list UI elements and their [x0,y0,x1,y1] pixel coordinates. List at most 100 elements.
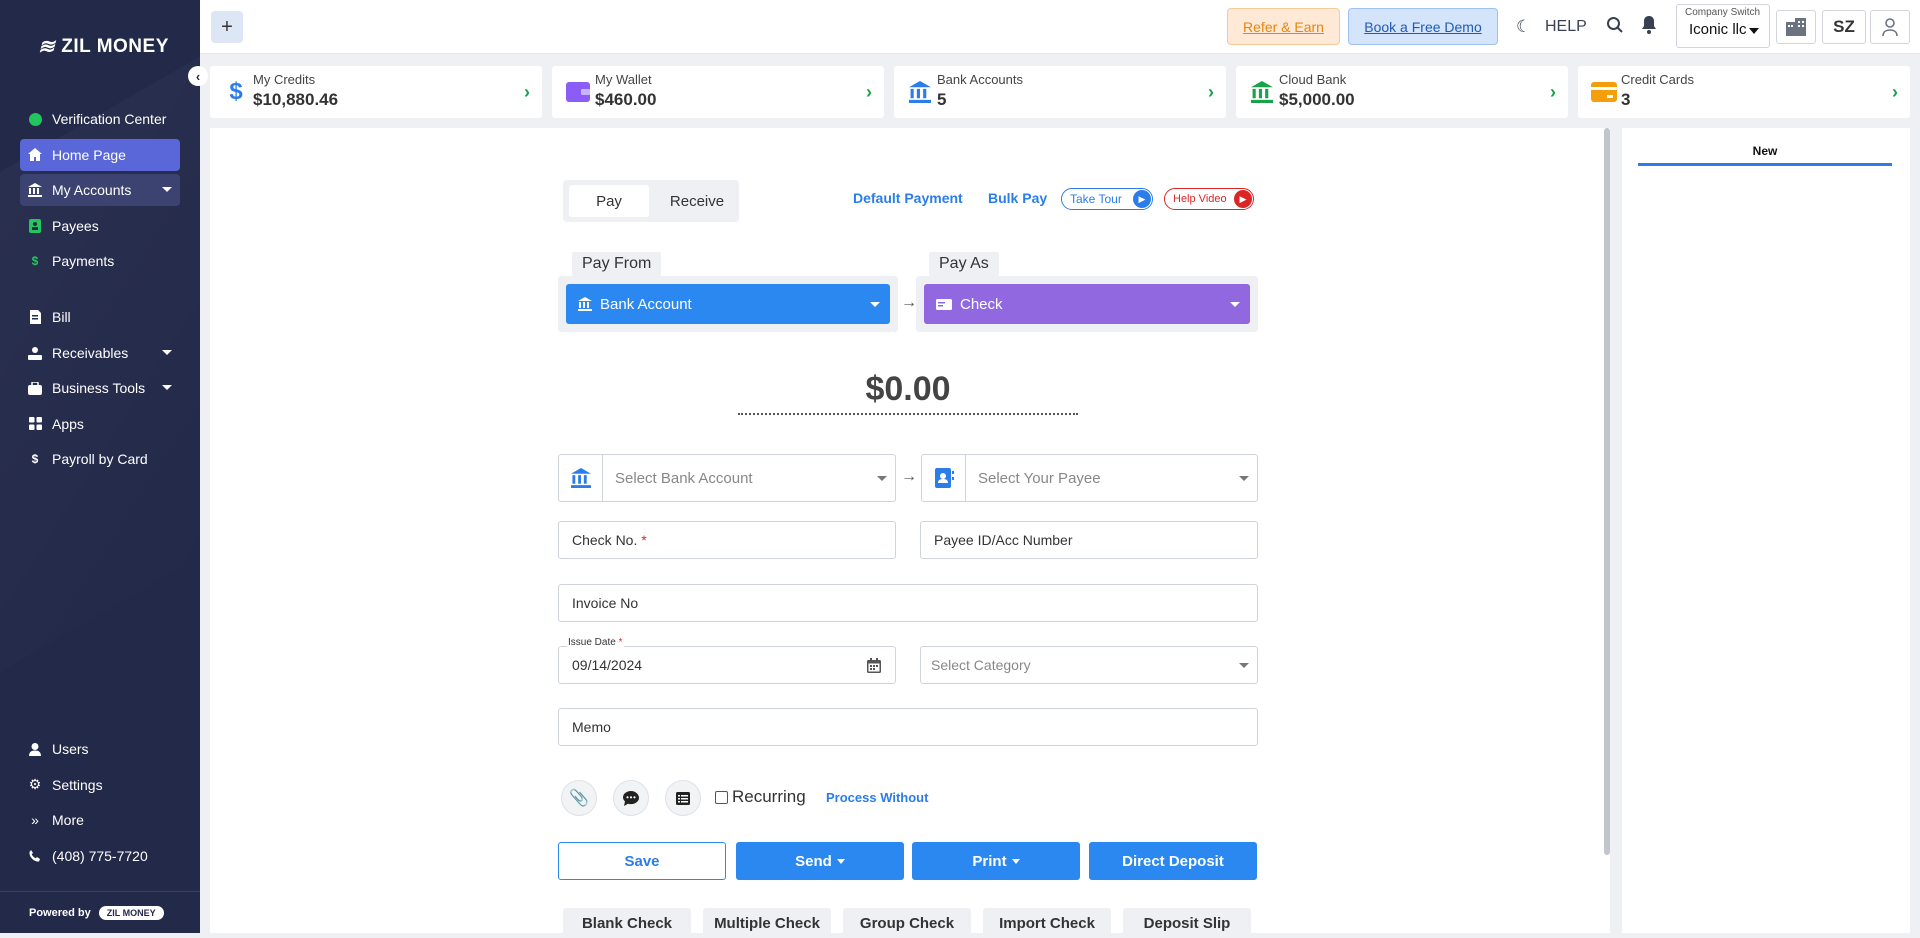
chevron-down-icon [162,349,172,355]
pay-from-select[interactable]: Bank Account [566,284,890,324]
default-payment-link[interactable]: Default Payment [853,190,963,206]
company-switch-label: Company Switch [1685,7,1761,18]
logo[interactable]: ≋ ZIL MONEY [38,34,169,59]
caret-down-icon [1749,28,1759,34]
sidebar-item-business-tools[interactable]: Business Tools [20,372,180,404]
summary-card-cloud-bank[interactable]: Cloud Bank $5,000.00 › [1236,66,1568,118]
wallet-icon [565,80,591,104]
sidebar-item-more[interactable]: » More [20,804,180,836]
send-button[interactable]: Send [736,842,904,880]
memo-field[interactable]: Memo [558,708,1258,746]
pay-as-box: Check [916,276,1258,332]
save-button[interactable]: Save [558,842,726,880]
arrow-right-icon: → [901,294,917,311]
tab-pay[interactable]: Pay [569,185,649,217]
main-panel [210,128,1610,933]
phone-icon [28,849,42,863]
pay-receive-toggle: Pay Receive [563,180,739,222]
sidebar-item-payroll-by-card[interactable]: $ Payroll by Card [20,443,180,475]
summary-card-my-credits[interactable]: $ My Credits $10,880.46 › [210,66,542,118]
user-icon [28,742,42,756]
select-category[interactable]: Select Category [920,646,1258,684]
tab-receive[interactable]: Receive [657,185,737,217]
summary-card-my-wallet[interactable]: My Wallet $460.00 › [552,66,884,118]
print-button[interactable]: Print [912,842,1080,880]
attach-button[interactable]: 📎 [561,780,597,816]
search-button[interactable] [1606,16,1624,39]
play-icon: ▶ [1234,190,1252,208]
chevron-down-icon [162,187,172,192]
tab-new[interactable]: New [1638,144,1892,166]
payee-icon [28,218,42,233]
sidebar-nav-tools: Bill Receivables Business Tools Apps $ P… [20,301,180,479]
company-button[interactable] [1776,10,1816,44]
calendar-icon[interactable] [867,658,881,673]
deposit-slip-tab[interactable]: Deposit Slip [1123,908,1251,938]
process-without-link[interactable]: Process Without [826,790,928,805]
list-button[interactable] [665,780,701,816]
refer-earn-button[interactable]: Refer & Earn [1227,8,1340,45]
summary-card-bank-accounts[interactable]: Bank Accounts 5 › [894,66,1226,118]
sidebar-item-phone[interactable]: (408) 775-7720 [20,840,180,872]
group-check-tab[interactable]: Group Check [843,908,971,938]
chevron-right-icon: › [524,82,530,102]
blank-check-tab[interactable]: Blank Check [563,908,691,938]
comment-dots-icon [623,790,639,806]
company-switch-value: Iconic llc [1689,21,1747,38]
moon-icon: ☾ [1516,17,1532,36]
pay-from-label: Pay From [572,252,662,276]
caret-down-icon [870,302,880,307]
comment-button[interactable] [613,780,649,816]
dollar-icon: $ [31,254,39,268]
sidebar-nav: Verification Center Home Page My Account… [20,103,180,281]
select-payee[interactable]: Select Your Payee [921,454,1258,502]
select-bank-account[interactable]: Select Bank Account [558,454,896,502]
book-demo-button[interactable]: Book a Free Demo [1348,8,1498,45]
multiple-check-tab[interactable]: Multiple Check [703,908,831,938]
sidebar-item-my-accounts[interactable]: My Accounts [20,174,180,206]
amount-display[interactable]: $0.00 [738,370,1078,415]
profile-button[interactable] [1870,10,1910,44]
sidebar-item-home-page[interactable]: Home Page [20,138,180,171]
direct-deposit-button[interactable]: Direct Deposit [1089,842,1257,880]
help-link[interactable]: HELP [1545,18,1587,36]
check-number-field[interactable]: Check No. * [558,521,896,559]
sidebar-item-bill[interactable]: Bill [20,301,180,333]
required-marker: * [641,532,647,548]
powered-by: Powered by ZIL MONEY [0,891,200,933]
invoice-number-field[interactable]: Invoice No [558,584,1258,622]
home-icon [28,148,42,162]
import-check-tab[interactable]: Import Check [983,908,1111,938]
chevron-right-icon: › [1550,82,1556,102]
bulk-pay-link[interactable]: Bulk Pay [988,190,1047,206]
notifications-button[interactable] [1641,16,1657,39]
recurring-checkbox[interactable] [715,791,728,804]
briefcase-icon [28,381,42,395]
summary-card-credit-cards[interactable]: Credit Cards 3 › [1578,66,1910,118]
sidebar-item-verification-center[interactable]: Verification Center [20,103,180,135]
sidebar-collapse-button[interactable]: ‹ [188,66,208,86]
sidebar-item-payments[interactable]: $ Payments [20,245,180,277]
sidebar-item-settings[interactable]: ⚙ Settings [20,769,180,801]
company-switch[interactable]: Company Switch Iconic llc [1676,4,1770,48]
check-circle-icon [28,112,42,126]
caret-down-icon [1239,476,1249,481]
sidebar-item-payees[interactable]: Payees [20,210,180,242]
help-video-button[interactable]: Help Video ▶ [1164,188,1254,210]
dark-mode-toggle[interactable]: ☾ [1516,17,1531,37]
sidebar-item-apps[interactable]: Apps [20,408,180,440]
credit-card-icon [1591,80,1617,104]
issue-date-field[interactable]: Issue Date * 09/14/2024 [558,637,896,684]
sidebar-item-users[interactable]: Users [20,733,180,765]
pay-as-select[interactable]: Check [924,284,1250,324]
search-icon [1607,17,1623,33]
payee-id-field[interactable]: Payee ID/Acc Number [920,521,1258,559]
take-tour-button[interactable]: Take Tour ▶ [1061,188,1153,210]
user-avatar[interactable]: SZ [1822,10,1866,44]
caret-down-icon [836,858,845,864]
paperclip-icon: 📎 [569,790,589,807]
add-button[interactable]: + [211,11,243,43]
sidebar-item-receivables[interactable]: Receivables [20,337,180,369]
required-marker: * [618,637,623,648]
scrollbar[interactable] [1604,128,1610,855]
